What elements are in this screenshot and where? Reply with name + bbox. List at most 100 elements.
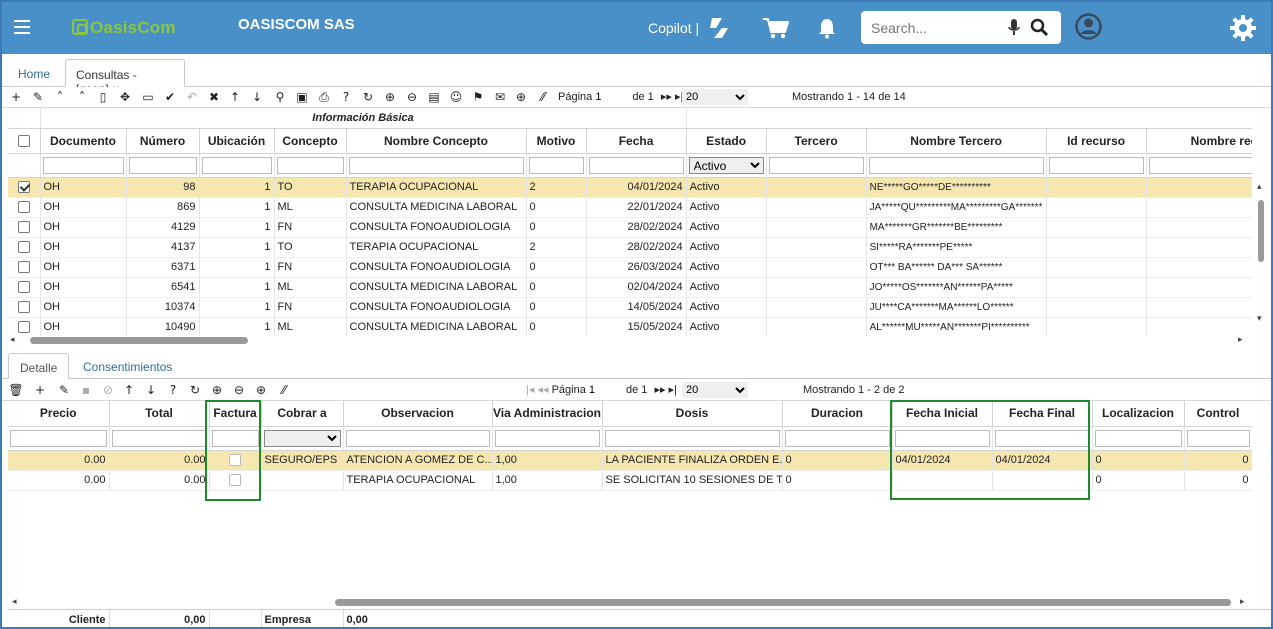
filter-tercero[interactable] (768, 156, 864, 174)
col-id-recurso[interactable]: Id recurso (1046, 128, 1147, 154)
col-duracion[interactable]: Duracion (782, 401, 893, 427)
undo-icon[interactable]: ↶ (184, 89, 200, 105)
table-row[interactable]: OH 6541 1 ML CONSULTA MEDICINA LABORAL 0 02/04… (8, 277, 1252, 298)
filter-observacion[interactable] (345, 429, 490, 447)
filter-id-recurso[interactable] (1048, 156, 1144, 174)
add-icon[interactable]: + (32, 382, 48, 398)
cart-icon[interactable] (762, 16, 790, 40)
filter-ubicacion[interactable] (201, 156, 272, 174)
delete-icon[interactable]: ✖ (206, 89, 222, 105)
filter-control[interactable] (1186, 429, 1250, 447)
cell-factura[interactable] (209, 470, 262, 491)
select-all-checkbox[interactable] (17, 135, 30, 148)
scroll-left-icon[interactable]: ◂ (12, 597, 17, 607)
resize-icon[interactable]: ⁄⁄ (535, 89, 551, 105)
prev-page-icon[interactable]: ◂◂ (537, 384, 548, 396)
move-icon[interactable]: ✥ (117, 89, 133, 105)
filter-nombre-recurso[interactable] (1148, 156, 1252, 174)
table-row[interactable]: OH 6371 1 FN CONSULTA FONOAUDIOLOGIA 0 26/03/2… (8, 257, 1252, 278)
row-checkbox[interactable] (17, 301, 30, 314)
row-checkbox[interactable] (17, 201, 30, 214)
col-nombre-concepto[interactable]: Nombre Concepto (346, 128, 527, 154)
tab-home[interactable]: Home (8, 59, 64, 87)
filter-factura[interactable] (211, 429, 259, 447)
last-page-icon[interactable]: ▸| (669, 384, 677, 396)
filter-concepto[interactable] (276, 156, 344, 174)
zoom-out-icon[interactable]: ⊖ (404, 89, 420, 105)
detail-row[interactable]: 0.00 0.00 SEGURO/EPS ATENCION A GOMEZ DE C.… (8, 450, 1252, 471)
resize-icon[interactable]: ⁄⁄ (276, 382, 292, 398)
col-fecha-final[interactable]: Fecha Final (992, 401, 1093, 427)
add-circle-icon[interactable]: ⊕ (253, 382, 269, 398)
collapse-up-icon[interactable]: ˄ (52, 89, 68, 105)
help-icon[interactable]: ? (165, 382, 181, 398)
col-ubicacion[interactable]: Ubicación (199, 128, 275, 154)
scroll-down-icon[interactable]: ▾ (1257, 314, 1262, 324)
main-horizontal-scrollbar[interactable]: ◂ ▸ (8, 335, 1252, 345)
filter-nombre-tercero[interactable] (868, 156, 1044, 174)
main-scroll-thumb[interactable] (30, 337, 248, 344)
filter-fecha[interactable] (588, 156, 684, 174)
row-select-cell[interactable] (8, 177, 41, 198)
tab-consultas[interactable]: Consultas -[gcon]× (65, 59, 185, 96)
col-factura[interactable]: Factura (209, 401, 262, 427)
folder-open-icon[interactable]: ▭ (140, 89, 156, 105)
zoom-in-icon[interactable]: ⊕ (209, 382, 225, 398)
user-avatar-icon[interactable] (1075, 13, 1102, 40)
menu-icon[interactable] (14, 20, 30, 34)
filter-fecha-final[interactable] (994, 429, 1090, 447)
filter-cobrar-a[interactable] (263, 429, 341, 447)
search-icon[interactable]: ⚲ (272, 89, 288, 105)
col-total[interactable]: Total (109, 401, 210, 427)
mail-icon[interactable]: ✉ (492, 89, 508, 105)
table-row[interactable]: OH 4137 1 TO TERAPIA OCUPACIONAL 2 28/02/2024 A… (8, 237, 1252, 258)
col-control[interactable]: Control (1184, 401, 1252, 427)
microphone-icon[interactable] (1008, 19, 1020, 36)
col-documento[interactable]: Documento (40, 128, 127, 154)
user-icon[interactable]: ☺ (448, 89, 464, 105)
refresh-icon[interactable]: ↻ (360, 89, 376, 105)
col-concepto[interactable]: Concepto (274, 128, 347, 154)
print-icon[interactable]: ⎙ (316, 89, 332, 105)
zoom-in-icon[interactable]: ⊕ (382, 89, 398, 105)
detail-page-input[interactable] (588, 382, 623, 398)
detail-page-size-select[interactable]: 20 (682, 382, 748, 398)
arrow-up-icon[interactable]: ↑ (227, 89, 243, 105)
row-checkbox[interactable] (17, 281, 30, 294)
filter-numero[interactable] (128, 156, 197, 174)
filter-localizacion[interactable] (1094, 429, 1182, 447)
zoom-out-icon[interactable]: ⊖ (231, 382, 247, 398)
table-row[interactable]: OH 10490 1 ML CONSULTA MEDICINA LABORAL 0 15/0… (8, 317, 1252, 336)
add-icon[interactable]: + (8, 89, 24, 105)
col-fecha[interactable]: Fecha (586, 128, 687, 154)
row-checkbox[interactable] (17, 181, 30, 194)
next-page-icon[interactable]: ▸▸ (654, 384, 665, 396)
search-icon[interactable] (1030, 18, 1049, 37)
main-vscroll-thumb[interactable] (1258, 200, 1264, 262)
scroll-left-icon[interactable]: ◂ (10, 335, 15, 345)
image-icon[interactable]: ▣ (294, 89, 310, 105)
copilot-icon[interactable] (706, 16, 732, 40)
col-nombre-recurso[interactable]: Nombre recurs (1146, 128, 1252, 154)
row-checkbox[interactable] (17, 261, 30, 274)
filter-nombre-concepto[interactable] (348, 156, 524, 174)
factura-checkbox[interactable] (229, 454, 241, 467)
tab-consentimientos[interactable]: Consentimientos (72, 353, 183, 379)
filter-fecha-inicial[interactable] (894, 429, 990, 447)
filter-via-administracion[interactable] (494, 429, 600, 447)
bell-icon[interactable] (817, 17, 837, 39)
col-localizacion[interactable]: Localizacion (1092, 401, 1185, 427)
factura-checkbox[interactable] (229, 474, 241, 487)
tab-detalle[interactable]: Detalle (8, 353, 70, 379)
col-cobrar-a[interactable]: Cobrar a (261, 401, 344, 427)
filter-duracion[interactable] (784, 429, 890, 447)
filter-dosis[interactable] (604, 429, 780, 447)
edit-icon[interactable]: ✎ (56, 382, 72, 398)
row-checkbox[interactable] (17, 321, 30, 334)
arrow-up-icon[interactable]: ↑ (121, 382, 137, 398)
col-motivo[interactable]: Motivo (526, 128, 587, 154)
col-fecha-inicial[interactable]: Fecha Inicial (892, 401, 993, 427)
detail-row[interactable]: 0.00 0.00 TERAPIA OCUPACIONAL 1,00 SE SOLICI… (8, 470, 1252, 491)
expand-up-icon[interactable]: ˄ (74, 89, 90, 105)
refresh-icon[interactable]: ↻ (187, 382, 203, 398)
